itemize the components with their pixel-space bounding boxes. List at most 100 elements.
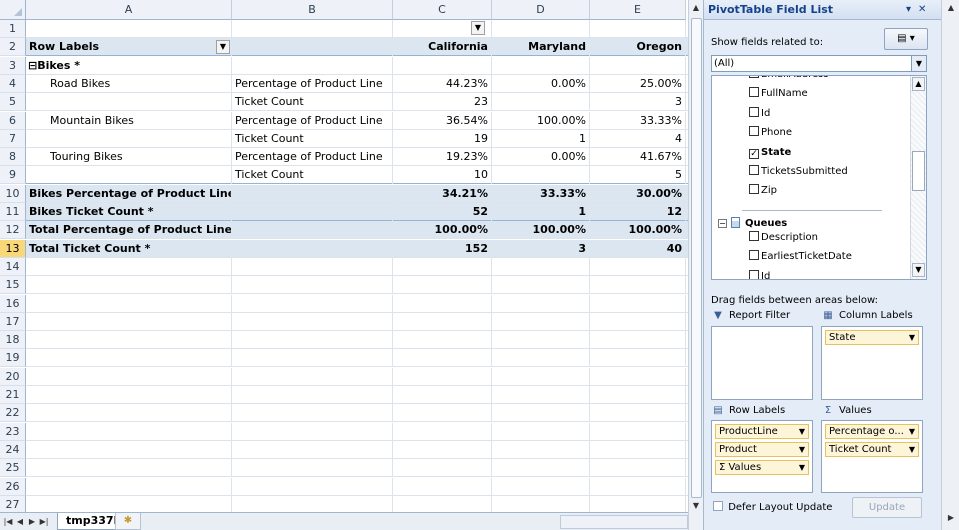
cell[interactable]: 0.00% xyxy=(492,148,590,167)
show-fields-select[interactable]: (All) ▼ xyxy=(711,55,927,72)
cell[interactable] xyxy=(232,495,393,512)
cell[interactable] xyxy=(393,477,492,496)
chevron-down-icon[interactable]: ▼ xyxy=(909,331,915,344)
cell[interactable] xyxy=(232,404,393,423)
cell[interactable] xyxy=(26,404,232,423)
cell[interactable]: 19 xyxy=(393,129,492,148)
cell[interactable] xyxy=(232,276,393,295)
checkbox-icon[interactable] xyxy=(749,126,759,137)
cell[interactable]: Row Labels xyxy=(26,38,232,57)
row-header[interactable]: 3 xyxy=(0,56,26,75)
last-sheet-icon[interactable]: ▶| xyxy=(38,514,50,529)
chevron-down-icon[interactable]: ▼ xyxy=(909,443,915,456)
cell[interactable] xyxy=(393,349,492,368)
cell[interactable] xyxy=(393,440,492,459)
row-header[interactable]: 18 xyxy=(0,331,26,350)
cell[interactable] xyxy=(492,276,590,295)
cell[interactable] xyxy=(393,276,492,295)
field-item[interactable]: Description xyxy=(749,229,818,247)
row-header[interactable]: 16 xyxy=(0,294,26,313)
cell[interactable]: 33.33% xyxy=(492,184,590,203)
row-header[interactable]: 25 xyxy=(0,459,26,478)
row-header[interactable]: 15 xyxy=(0,276,26,295)
cell[interactable]: 34.21% xyxy=(393,184,492,203)
cell[interactable] xyxy=(590,495,686,512)
row-header[interactable]: 5 xyxy=(0,93,26,112)
area-field-chip[interactable]: Σ Values ▼ xyxy=(715,460,809,475)
scroll-up-icon[interactable]: ▲ xyxy=(689,0,703,16)
cell[interactable] xyxy=(232,239,393,258)
cell[interactable] xyxy=(232,203,393,221)
cell[interactable] xyxy=(393,294,492,313)
cell[interactable] xyxy=(492,294,590,313)
row-header[interactable]: 21 xyxy=(0,386,26,404)
chevron-down-icon[interactable]: ▼ xyxy=(799,443,805,456)
cell[interactable] xyxy=(232,56,393,75)
cell[interactable]: Total Percentage of Product Line * xyxy=(26,221,232,240)
cell[interactable]: 100.00% xyxy=(393,221,492,240)
vertical-scrollbar[interactable]: ▲ ▼ xyxy=(688,0,703,530)
row-header[interactable]: 14 xyxy=(0,257,26,276)
row-labels-area[interactable]: ProductLine ▼ Product ▼ Σ Values ▼ xyxy=(711,420,813,493)
next-sheet-icon[interactable]: ▶ xyxy=(26,514,38,529)
cell[interactable] xyxy=(492,331,590,350)
checkbox-icon[interactable] xyxy=(749,231,759,241)
insert-sheet-icon[interactable]: ✱ xyxy=(115,513,141,530)
row-header[interactable]: 9 xyxy=(0,166,26,185)
row-header[interactable]: 11 xyxy=(0,203,26,221)
cell[interactable] xyxy=(232,38,393,57)
cell[interactable]: 4 xyxy=(590,129,686,148)
row-header[interactable]: 2 xyxy=(0,38,26,57)
cell[interactable] xyxy=(26,20,232,38)
checkbox-icon[interactable] xyxy=(749,106,759,117)
scroll-thumb[interactable] xyxy=(912,151,925,191)
cell[interactable] xyxy=(393,56,492,75)
cell[interactable]: Oregon xyxy=(590,38,686,57)
cell[interactable] xyxy=(492,257,590,276)
first-sheet-icon[interactable]: |◀ xyxy=(2,514,14,529)
cell[interactable]: Road Bikes xyxy=(26,74,232,93)
cell[interactable] xyxy=(26,477,232,496)
cell[interactable] xyxy=(492,56,590,75)
cell[interactable] xyxy=(492,440,590,459)
cell[interactable] xyxy=(492,422,590,441)
cell[interactable]: 3 xyxy=(492,239,590,258)
window-scrollbar[interactable]: ▲ ▶ xyxy=(941,0,959,530)
cell[interactable]: Touring Bikes xyxy=(26,148,232,167)
cell[interactable] xyxy=(590,459,686,478)
layout-view-button[interactable]: ▤ ▾ xyxy=(884,28,928,50)
cell[interactable] xyxy=(590,367,686,386)
cell[interactable]: Percentage of Product Line xyxy=(232,74,393,93)
scroll-up-icon[interactable]: ▲ xyxy=(912,77,925,91)
defer-layout-update-checkbox[interactable]: Defer Layout Update xyxy=(713,501,832,513)
column-header[interactable]: B xyxy=(232,0,393,20)
cell[interactable] xyxy=(232,349,393,368)
chevron-down-icon[interactable]: ▼ xyxy=(911,56,926,71)
field-item[interactable]: Id xyxy=(749,268,770,279)
area-field-chip[interactable]: Product ▼ xyxy=(715,442,809,457)
cell[interactable]: 41.67% xyxy=(590,148,686,167)
cell[interactable] xyxy=(590,312,686,331)
scroll-down-icon[interactable]: ▼ xyxy=(912,263,925,277)
cell[interactable] xyxy=(492,386,590,404)
select-all-corner[interactable] xyxy=(0,0,26,20)
cell[interactable]: 100.00% xyxy=(492,221,590,240)
cell[interactable] xyxy=(492,459,590,478)
cell[interactable] xyxy=(26,93,232,112)
cell[interactable] xyxy=(590,20,686,38)
cell[interactable] xyxy=(232,367,393,386)
cell[interactable]: Ticket Count xyxy=(232,166,393,185)
field-item[interactable]: FullName xyxy=(749,85,808,103)
row-header[interactable]: 20 xyxy=(0,367,26,386)
row-filter-icon[interactable]: ▼ xyxy=(216,40,230,54)
cell[interactable] xyxy=(393,422,492,441)
cell[interactable] xyxy=(26,129,232,148)
cell[interactable] xyxy=(492,312,590,331)
cell[interactable]: Percentage of Product Line xyxy=(232,111,393,130)
row-header[interactable]: 12 xyxy=(0,221,26,240)
cell[interactable] xyxy=(232,386,393,404)
horizontal-scrollbar[interactable] xyxy=(560,515,688,529)
cell[interactable] xyxy=(26,257,232,276)
cell[interactable]: 10 xyxy=(393,166,492,185)
cell[interactable]: California xyxy=(393,38,492,57)
